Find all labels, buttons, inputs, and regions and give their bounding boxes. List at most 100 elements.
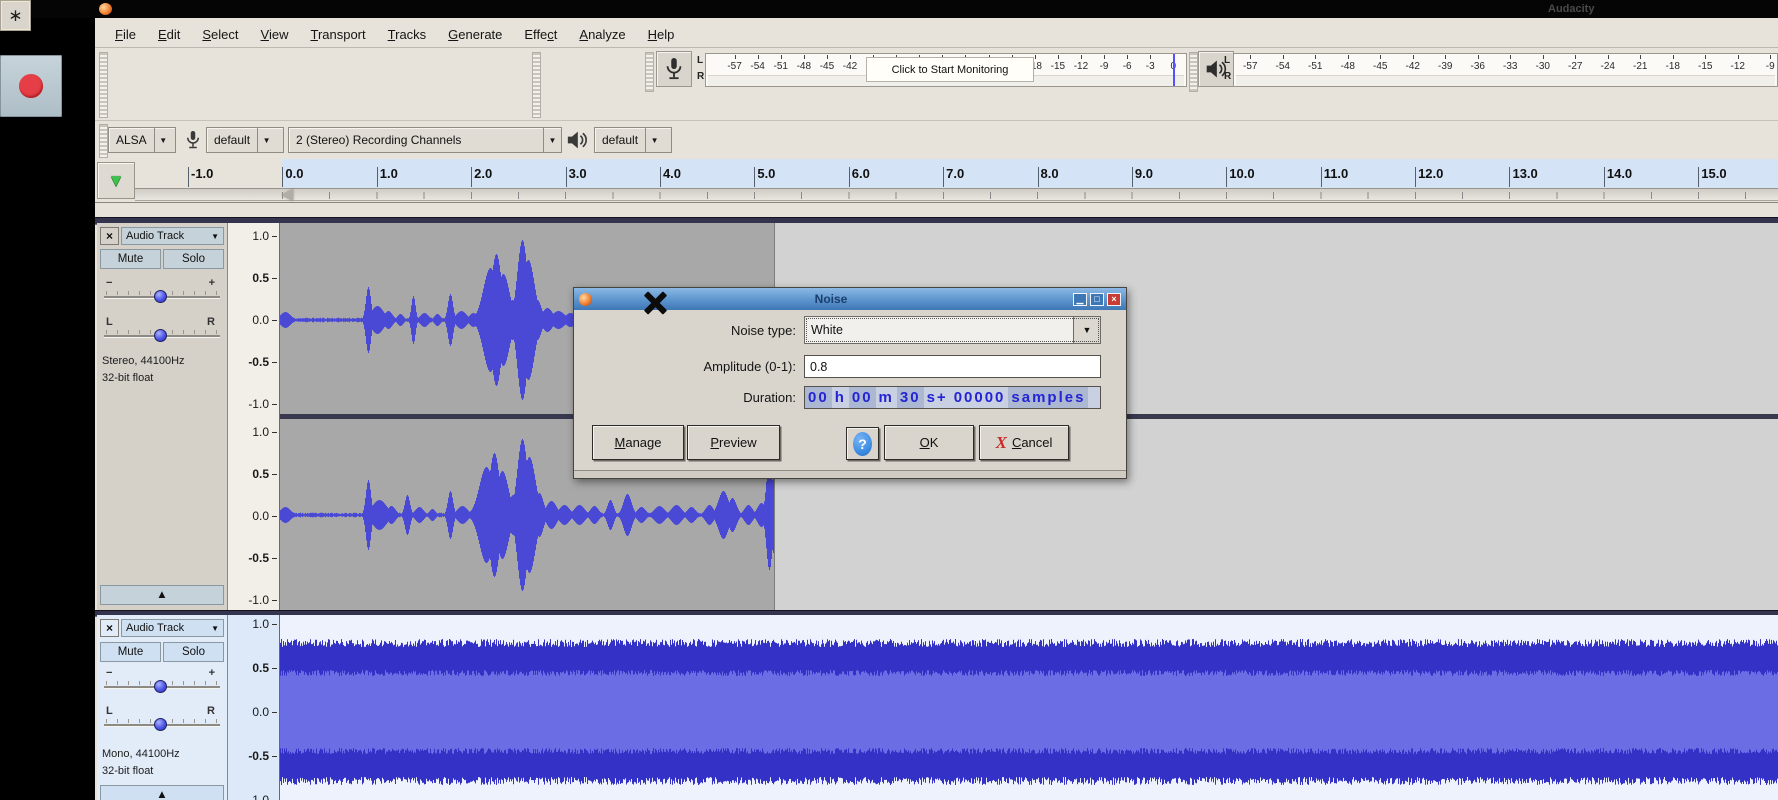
recording-meter-grip[interactable] bbox=[645, 52, 654, 92]
track1-solo-button[interactable]: Solo bbox=[163, 249, 224, 269]
duration-segment[interactable]: 00 bbox=[849, 387, 876, 408]
track2-gain-slider[interactable] bbox=[104, 681, 220, 693]
track1-bitdepth-info: 32-bit float bbox=[102, 372, 153, 384]
dialog-bottom-frame bbox=[574, 470, 1126, 478]
playback-meter-bars bbox=[1236, 75, 1775, 87]
track2-menu-dropdown[interactable]: Audio Track▼ bbox=[121, 619, 224, 637]
track2-bitdepth-info: 32-bit float bbox=[102, 765, 153, 777]
timeline-tick-label: 15.0 bbox=[1698, 166, 1778, 184]
track1-pan-slider[interactable] bbox=[104, 330, 220, 342]
timeline-tick-label: -1.0 bbox=[188, 166, 282, 184]
track2-mute-button[interactable]: Mute bbox=[100, 642, 161, 662]
timeline-tick-label: 10.0 bbox=[1226, 166, 1320, 184]
microphone-icon bbox=[663, 56, 685, 82]
cancel-button[interactable]: XCancel bbox=[979, 425, 1069, 460]
duration-segment[interactable]: m bbox=[876, 387, 897, 408]
dialog-maximize-button[interactable]: □ bbox=[1090, 293, 1104, 306]
track2-scale: 1.00.50.0-0.5-1.0 bbox=[228, 617, 278, 800]
track1-gain-slider[interactable] bbox=[104, 291, 220, 303]
audacity-app-icon bbox=[99, 3, 112, 15]
scale-label: 0.5 bbox=[228, 467, 278, 481]
menu-item-file[interactable]: File bbox=[104, 22, 147, 47]
meter-tick-label: -57 bbox=[1234, 55, 1267, 72]
amplitude-input[interactable]: 0.8 bbox=[804, 355, 1101, 378]
menu-item-help[interactable]: Help bbox=[637, 22, 686, 47]
duration-segment[interactable]: 00000 bbox=[951, 387, 1009, 408]
menu-item-edit[interactable]: Edit bbox=[147, 22, 191, 47]
chevron-down-icon: ▼ bbox=[646, 136, 663, 145]
noise-type-dropdown[interactable]: White ▼ bbox=[804, 316, 1101, 344]
manage-button[interactable]: Manage bbox=[592, 425, 684, 460]
device-toolbar-grip[interactable] bbox=[99, 124, 108, 158]
chevron-down-icon[interactable]: ▼ bbox=[1073, 317, 1100, 343]
gain-slider-thumb[interactable] bbox=[154, 290, 167, 303]
pan-slider-thumb[interactable] bbox=[154, 329, 167, 342]
track2-solo-button[interactable]: Solo bbox=[163, 642, 224, 662]
pinned-play-head-button[interactable]: ▼ bbox=[97, 162, 135, 199]
scrub-bar-ticks bbox=[282, 192, 1778, 199]
microphone-icon-button[interactable] bbox=[656, 51, 692, 87]
help-icon: ? bbox=[853, 432, 872, 456]
preview-button[interactable]: Preview bbox=[687, 425, 780, 460]
menu-item-select[interactable]: Select bbox=[191, 22, 249, 47]
multi-tool-button[interactable]: ∗ bbox=[0, 0, 31, 31]
recording-channels-dropdown[interactable]: 2 (Stereo) Recording Channels▼ bbox=[288, 127, 562, 153]
playback-device-dropdown[interactable]: default▼ bbox=[594, 127, 672, 153]
track2-pan-slider[interactable] bbox=[104, 719, 220, 731]
audio-host-dropdown[interactable]: ALSA▼ bbox=[108, 127, 176, 153]
track1-format-info: Stereo, 44100Hz bbox=[102, 355, 185, 367]
menu-item-analyze[interactable]: Analyze bbox=[568, 22, 636, 47]
meter-tick-label: -48 bbox=[792, 55, 815, 72]
timeline-tick-label: 1.0 bbox=[377, 166, 471, 184]
menu-item-effect[interactable]: Effect bbox=[513, 22, 568, 47]
recording-device-dropdown[interactable]: default▼ bbox=[206, 127, 284, 153]
track2-control-panel: × Audio Track▼ Mute Solo − + L R Mono, 4… bbox=[97, 615, 228, 800]
menu-item-generate[interactable]: Generate bbox=[437, 22, 513, 47]
meter-tick-label: -33 bbox=[1494, 55, 1527, 72]
track2-close-button[interactable]: × bbox=[100, 619, 119, 637]
meter-tick-label: -36 bbox=[1462, 55, 1495, 72]
pan-slider-thumb[interactable] bbox=[154, 718, 167, 731]
monitor-overlay[interactable]: Click to Start Monitoring bbox=[866, 57, 1034, 82]
menu-item-tracks[interactable]: Tracks bbox=[377, 22, 438, 47]
dialog-close-button[interactable]: × bbox=[1107, 293, 1121, 306]
menu-item-view[interactable]: View bbox=[250, 22, 300, 47]
track2-collapse-button[interactable]: ▲ bbox=[100, 785, 224, 800]
duration-segment[interactable]: 00 bbox=[805, 387, 832, 408]
track2-vertical-ruler[interactable]: 1.00.50.0-0.5-1.0 bbox=[228, 615, 280, 800]
track1-menu-dropdown[interactable]: Audio Track▼ bbox=[121, 227, 224, 245]
track1-vertical-ruler[interactable]: 1.00.50.0-0.5-1.0 1.00.50.0-0.5-1.0 bbox=[228, 223, 280, 610]
timeline-tick-label: 12.0 bbox=[1415, 166, 1509, 184]
track2-waveform[interactable] bbox=[280, 615, 1778, 800]
duration-segment[interactable]: h bbox=[832, 387, 849, 408]
duration-segment[interactable]: samples bbox=[1008, 387, 1088, 408]
tools-toolbar-grip[interactable] bbox=[532, 52, 541, 118]
record-button[interactable] bbox=[0, 55, 62, 117]
scale-label: -0.5 bbox=[228, 355, 278, 369]
meter-tick-label: -54 bbox=[1267, 55, 1300, 72]
track1-close-button[interactable]: × bbox=[100, 227, 119, 245]
ok-button[interactable]: OK bbox=[884, 425, 974, 460]
duration-input[interactable]: 00h00m30s+00000samples bbox=[804, 386, 1101, 409]
playback-meter-grip[interactable] bbox=[1189, 52, 1198, 92]
duration-segment[interactable]: 30 bbox=[897, 387, 924, 408]
transport-icon bbox=[19, 74, 43, 98]
track1-mute-button[interactable]: Mute bbox=[100, 249, 161, 269]
dialog-minimize-button[interactable]: ▁ bbox=[1073, 293, 1087, 306]
green-triangle-icon: ▼ bbox=[108, 171, 125, 191]
transport-toolbar-grip[interactable] bbox=[99, 52, 108, 118]
scale-label: 1.0 bbox=[228, 617, 278, 631]
meter-tick-label: -51 bbox=[769, 55, 792, 72]
timeline-tick-label: 8.0 bbox=[1038, 166, 1132, 184]
menu-item-transport[interactable]: Transport bbox=[299, 22, 376, 47]
playback-meter-scale: -57-54-51-48-45-42-39-36-33-30-27-24-21-… bbox=[1234, 55, 1778, 72]
help-button[interactable]: ? bbox=[846, 427, 879, 460]
gain-slider-thumb[interactable] bbox=[154, 680, 167, 693]
scrub-handle[interactable] bbox=[282, 189, 293, 201]
scale-label: -0.5 bbox=[228, 551, 278, 565]
duration-segment[interactable]: s+ bbox=[924, 387, 951, 408]
track1-collapse-button[interactable]: ▲ bbox=[100, 585, 224, 605]
scale-label: -1.0 bbox=[228, 593, 278, 607]
timeline-tick-label: 3.0 bbox=[566, 166, 660, 184]
meter-tick-label: -42 bbox=[838, 55, 861, 72]
